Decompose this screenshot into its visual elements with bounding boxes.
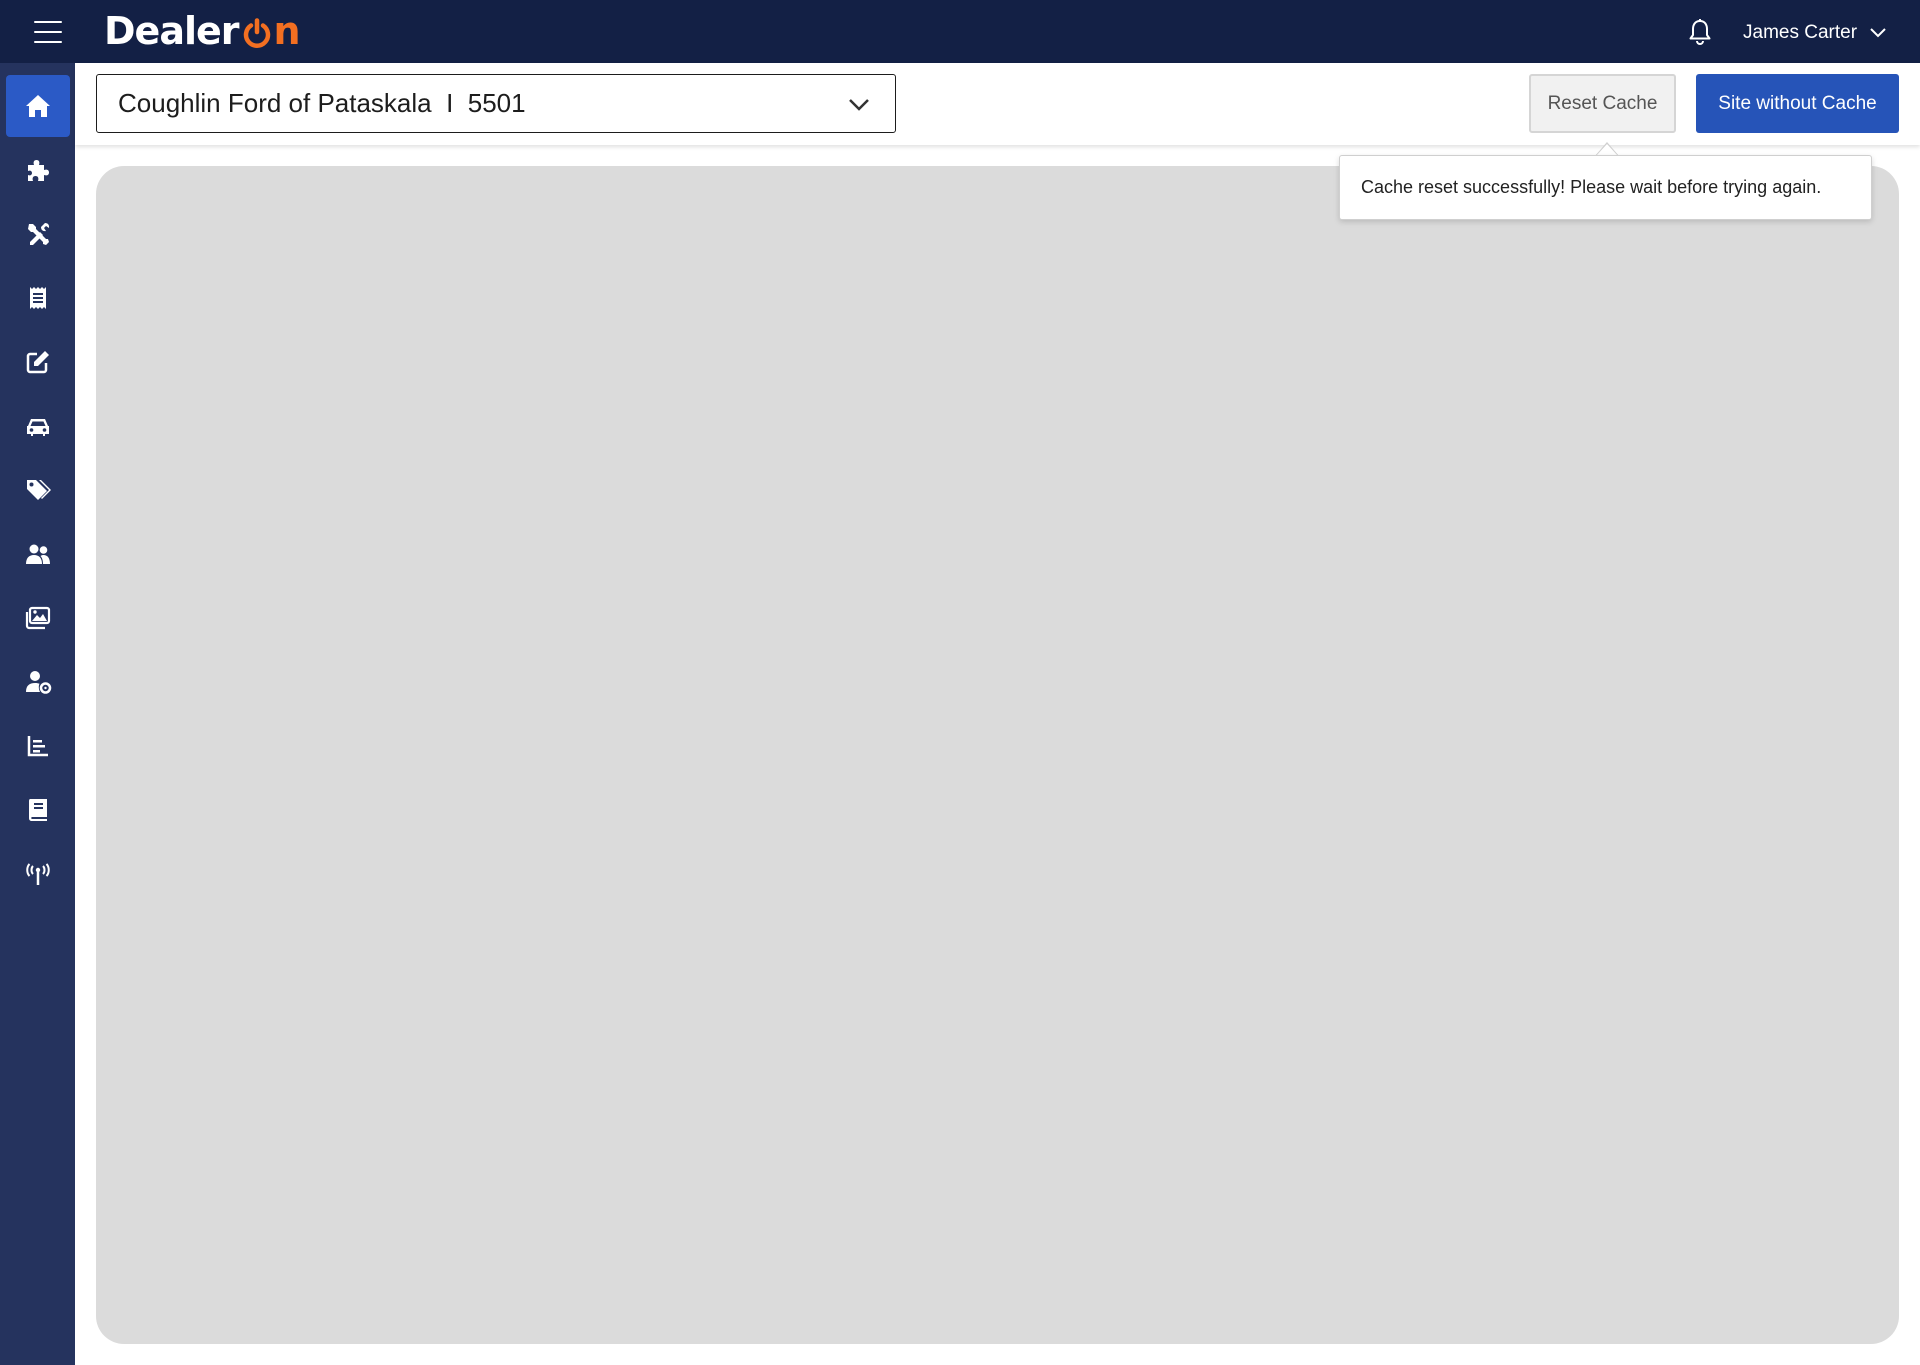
notifications-bell-icon[interactable]: [1685, 17, 1715, 47]
chart-icon: [27, 736, 48, 757]
user-cog-icon: [26, 671, 52, 694]
sidebar-item-media[interactable]: [6, 587, 70, 649]
power-icon: [242, 18, 272, 48]
logo-text-accent: n: [273, 9, 301, 53]
sidebar-item-tools[interactable]: [6, 203, 70, 265]
tooltip-message: Cache reset successfully! Please wait be…: [1361, 177, 1822, 197]
user-name: James Carter: [1743, 22, 1858, 43]
puzzle-icon: [28, 160, 49, 181]
tags-icon: [27, 480, 51, 500]
reset-cache-button[interactable]: Reset Cache: [1529, 74, 1676, 133]
sidebar-item-broadcast[interactable]: [6, 843, 70, 905]
sidebar-item-plugins[interactable]: [6, 139, 70, 201]
chevron-down-icon: [849, 99, 869, 111]
cache-reset-tooltip: Cache reset successfully! Please wait be…: [1339, 155, 1872, 220]
home-icon: [26, 95, 50, 117]
dealeron-logo[interactable]: Dealer n: [104, 6, 301, 56]
sidebar-item-receipts[interactable]: [6, 267, 70, 329]
sidebar-item-user-settings[interactable]: [6, 651, 70, 713]
tools-icon: [28, 223, 50, 245]
edit-icon: [26, 351, 49, 374]
user-menu[interactable]: James Carter: [1743, 20, 1887, 46]
sidebar: [0, 63, 75, 1365]
broadcast-icon: [26, 863, 50, 885]
sidebar-item-edit[interactable]: [6, 331, 70, 393]
site-selector[interactable]: Coughlin Ford of Pataskala I 5501: [96, 74, 896, 133]
car-icon: [27, 419, 49, 436]
logo-text: Dealer: [104, 9, 239, 53]
chevron-down-icon: [1870, 28, 1886, 38]
site-selector-value: Coughlin Ford of Pataskala I 5501: [118, 88, 526, 118]
content-placeholder: [96, 166, 1899, 1344]
sidebar-item-inventory[interactable]: [6, 395, 70, 457]
sidebar-item-docs[interactable]: [6, 779, 70, 841]
book-icon: [29, 799, 47, 821]
top-bar: Dealer n James Carter: [0, 0, 1920, 63]
site-toolbar: Coughlin Ford of Pataskala I 5501 Reset …: [75, 63, 1920, 145]
images-icon: [25, 606, 51, 630]
site-without-cache-button[interactable]: Site without Cache: [1696, 74, 1899, 133]
sidebar-item-users[interactable]: [6, 523, 70, 585]
receipt-icon: [30, 287, 46, 309]
menu-icon[interactable]: [34, 21, 62, 43]
sidebar-item-home[interactable]: [6, 75, 70, 137]
sidebar-item-specials[interactable]: [6, 459, 70, 521]
sidebar-item-reports[interactable]: [6, 715, 70, 777]
users-icon: [26, 544, 50, 564]
